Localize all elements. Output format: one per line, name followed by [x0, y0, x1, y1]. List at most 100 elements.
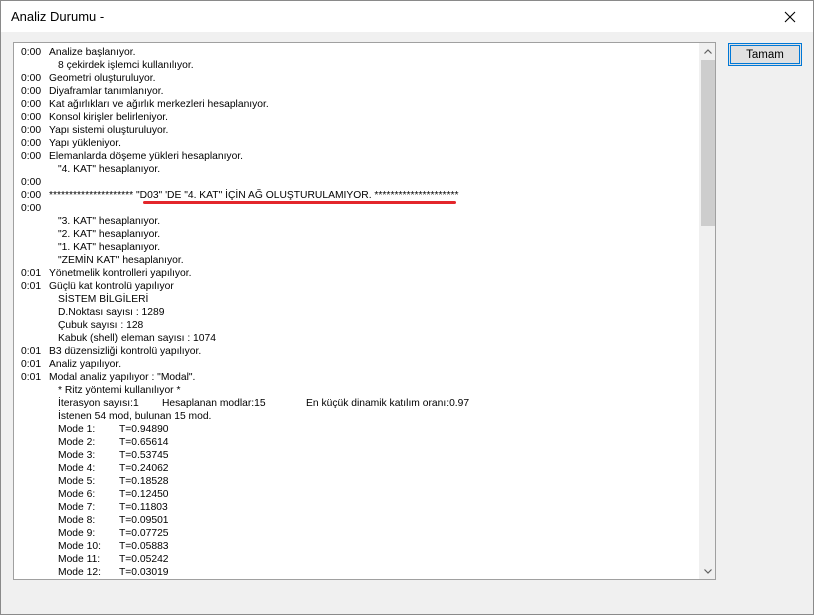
log-line: "4. KAT" hesaplanıyor. [21, 163, 700, 176]
log-time: 0:01 [21, 268, 42, 279]
log-line: İterasyon sayısı:1 Hesaplanan modlar:15 En… [21, 397, 700, 410]
log-time: 0:01 [21, 359, 42, 370]
log-time: 0:01 [21, 281, 42, 292]
log-message: Yapı yükleniyor. [49, 138, 121, 149]
ok-button[interactable]: Tamam [728, 43, 802, 66]
log-time: 0:00 [21, 47, 42, 58]
log-message: Analiz yapılıyor. [49, 359, 122, 370]
log-line: Mode 11: T=0.05242 [21, 553, 700, 566]
log-text-area: 0:00 Analize başlanıyor. 8 çekirdek işlemc… [14, 43, 700, 579]
log-message: Analize başlanıyor. [49, 47, 136, 58]
log-message: * Ritz yöntemi kullanılıyor * [58, 385, 181, 396]
log-message: İterasyon sayısı:1 [58, 398, 139, 409]
log-time: 0:01 [21, 346, 42, 357]
log-line: 0:00 Kat ağırlıkları ve ağırlık merkezler… [21, 98, 700, 111]
log-line: Mode 3: T=0.53745 [21, 449, 700, 462]
log-message: Mode 6: [58, 489, 96, 500]
log-message: Mode 8: [58, 515, 96, 526]
log-line: 0:01 Modal analiz yapılıyor : "Modal". [21, 371, 700, 384]
log-column-2: T=0.09501 [119, 515, 169, 526]
log-message: Mode 11: [58, 554, 101, 565]
log-message: Kat ağırlıkları ve ağırlık merkezleri he… [49, 99, 269, 110]
log-line: 0:01 Güçlü kat kontrolü yapılıyor [21, 280, 700, 293]
log-line: Mode 4: T=0.24062 [21, 462, 700, 475]
log-line: Kabuk (shell) eleman sayısı : 1074 [21, 332, 700, 345]
log-message: Yapı sistemi oluşturuluyor. [49, 125, 169, 136]
log-time: 0:01 [21, 372, 42, 383]
analysis-log[interactable]: 0:00 Analize başlanıyor. 8 çekirdek işlemc… [13, 42, 716, 580]
log-time: 0:00 [21, 73, 42, 84]
log-message: D.Noktası sayısı : 1289 [58, 307, 165, 318]
chevron-down-icon [704, 568, 712, 574]
log-time: 0:00 [21, 190, 42, 201]
log-line: "2. KAT" hesaplanıyor. [21, 228, 700, 241]
log-time: 0:00 [21, 86, 42, 97]
log-time: 0:00 [21, 203, 42, 214]
log-column-2: T=0.11803 [119, 502, 168, 513]
log-time: 0:00 [21, 177, 42, 188]
chevron-up-icon [704, 48, 712, 54]
close-button[interactable] [767, 1, 813, 32]
vertical-scrollbar[interactable] [699, 43, 715, 579]
scrollbar-thumb[interactable] [701, 60, 715, 226]
log-line: Mode 7: T=0.11803 [21, 501, 700, 514]
log-line: 0:00 Analize başlanıyor. [21, 46, 700, 59]
log-line: 0:00 [21, 176, 700, 189]
log-message: SİSTEM BİLGİLERİ [58, 294, 149, 305]
log-column-2: T=0.05242 [119, 554, 169, 565]
log-message: Mode 1: [58, 424, 96, 435]
log-message: Elemanlarda döşeme yükleri hesaplanıyor. [49, 151, 244, 162]
log-message: B3 düzensizliği kontrolü yapılıyor. [49, 346, 202, 357]
log-line: Mode 6: T=0.12450 [21, 488, 700, 501]
log-column-3: En küçük dinamik katılım oranı:0.97 [306, 398, 470, 409]
log-message: Mode 10: [58, 541, 101, 552]
log-message: Mode 9: [58, 528, 96, 539]
log-message: Mode 3: [58, 450, 96, 461]
log-time: 0:00 [21, 138, 42, 149]
log-message: Modal analiz yapılıyor : "Modal". [49, 372, 196, 383]
log-message: Mode 12: [58, 567, 101, 578]
log-message: Mode 4: [58, 463, 96, 474]
log-line: D.Noktası sayısı : 1289 [21, 306, 700, 319]
log-line: Mode 12: T=0.03019 [21, 566, 700, 579]
log-column-2: T=0.65614 [119, 437, 169, 448]
log-column-2: T=0.07725 [119, 528, 169, 539]
log-message: Yönetmelik kontrolleri yapılıyor. [49, 268, 192, 279]
log-column-2: T=0.94890 [119, 424, 169, 435]
log-message: Mode 2: [58, 437, 96, 448]
log-message: "3. KAT" hesaplanıyor. [58, 216, 161, 227]
log-message: Kabuk (shell) eleman sayısı : 1074 [58, 333, 216, 344]
log-column-2: T=0.18528 [119, 476, 169, 487]
log-line: 0:00 Yapı yükleniyor. [21, 137, 700, 150]
log-message: "ZEMİN KAT" hesaplanıyor. [58, 255, 184, 266]
log-message: Diyaframlar tanımlanıyor. [49, 86, 164, 97]
log-column-2: T=0.53745 [119, 450, 169, 461]
log-time: 0:00 [21, 99, 42, 110]
log-line: 0:00 Yapı sistemi oluşturuluyor. [21, 124, 700, 137]
log-line: 0:00 Elemanlarda döşeme yükleri hesaplanı… [21, 150, 700, 163]
log-line: * Ritz yöntemi kullanılıyor * [21, 384, 700, 397]
log-line: Çubuk sayısı : 128 [21, 319, 700, 332]
analysis-status-dialog: Analiz Durumu - 0:00 Analize başlanıyor. 8… [0, 0, 814, 615]
log-message: Konsol kirişler belirleniyor. [49, 112, 169, 123]
log-line: Mode 2: T=0.65614 [21, 436, 700, 449]
log-message: Mode 7: [58, 502, 96, 513]
log-line: İstenen 54 mod, bulunan 15 mod. [21, 410, 700, 423]
scroll-down-button[interactable] [700, 563, 715, 579]
log-message: Çubuk sayısı : 128 [58, 320, 144, 331]
log-column-2: T=0.03019 [119, 567, 169, 578]
window-title: Analiz Durumu - [11, 9, 105, 24]
log-line: "3. KAT" hesaplanıyor. [21, 215, 700, 228]
log-line: 0:00 Diyaframlar tanımlanıyor. [21, 85, 700, 98]
log-column-2: T=0.24062 [119, 463, 169, 474]
scroll-up-button[interactable] [700, 43, 715, 59]
log-time: 0:00 [21, 112, 42, 123]
log-line: 0:01 B3 düzensizliği kontrolü yapılıyor. [21, 345, 700, 358]
log-message: "4. KAT" hesaplanıyor. [58, 164, 161, 175]
log-message: 8 çekirdek işlemci kullanılıyor. [58, 60, 194, 71]
title-bar: Analiz Durumu - [1, 1, 813, 32]
log-column-2: T=0.12450 [119, 489, 169, 500]
log-line: SİSTEM BİLGİLERİ [21, 293, 700, 306]
log-line: 0:00 Konsol kirişler belirleniyor. [21, 111, 700, 124]
log-line: 0:01 Yönetmelik kontrolleri yapılıyor. [21, 267, 700, 280]
